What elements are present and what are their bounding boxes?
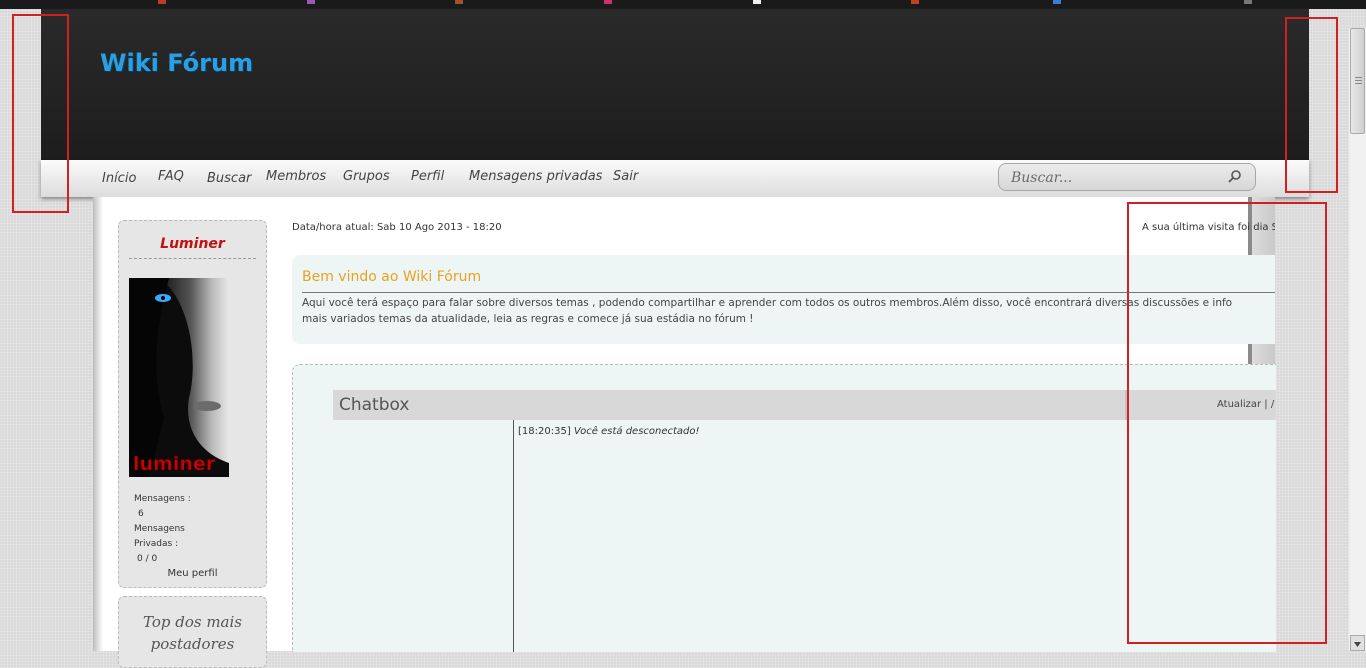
chat-text: Você está desconectado! [573, 426, 700, 437]
nav-membros[interactable]: Membros [266, 169, 326, 184]
posts-label: Mensagens : [134, 494, 191, 504]
highlight-box-right [1127, 202, 1327, 644]
welcome-title: Bem vindo ao Wiki Fórum [302, 269, 482, 285]
top-posters-title: Top dos mais postadores [142, 613, 242, 653]
profile-box: Luminer luminer Mensagens : 6 Mensagens … [118, 220, 267, 588]
site-header: Wiki Fórum [41, 9, 1309, 160]
username[interactable]: Luminer [119, 236, 266, 252]
nav-perfil[interactable]: Perfil [411, 169, 444, 184]
scrollbar-thumb[interactable] [1350, 28, 1365, 134]
avatar-logo-text: luminer [133, 453, 216, 475]
main-nav: Início FAQ Buscar Membros Grupos Perfil … [41, 160, 1309, 197]
posts-value: 6 [138, 509, 144, 519]
chat-time: [18:20:35] [518, 426, 571, 437]
divider [129, 258, 256, 259]
search-input[interactable] [1009, 167, 1213, 189]
avatar[interactable]: luminer [129, 278, 229, 477]
current-datetime: Data/hora atual: Sab 10 Ago 2013 - 18:20 [292, 222, 502, 233]
nav-inicio[interactable]: Início [102, 171, 136, 186]
search-icon[interactable] [1227, 169, 1243, 185]
scroll-down-arrow-icon[interactable] [1350, 635, 1365, 651]
bookmark-icon[interactable] [158, 0, 166, 4]
bookmark-icon[interactable] [1244, 0, 1252, 4]
nav-sair[interactable]: Sair [613, 169, 638, 184]
bookmark-icon[interactable] [604, 0, 612, 4]
site-logo[interactable]: Wiki Fórum [100, 49, 253, 77]
browser-bookmarks-bar [0, 0, 1366, 9]
pm-label-2: Privadas : [134, 539, 179, 549]
bookmark-icon[interactable] [911, 0, 919, 4]
bookmark-icon[interactable] [1053, 0, 1061, 4]
chatbox-title: Chatbox [339, 395, 410, 415]
nav-buscar[interactable]: Buscar [207, 171, 251, 186]
welcome-line-1: Aqui você terá espaço para falar sobre d… [302, 297, 1233, 309]
welcome-line-2: mais variados temas da atualidade, leia … [302, 313, 754, 325]
search-box [998, 163, 1256, 191]
content-shadow [93, 197, 103, 651]
highlight-box-top-right [1285, 17, 1338, 193]
top-posters-box: Top dos mais postadores [118, 596, 267, 668]
pm-label-1: Mensagens [134, 524, 185, 534]
nav-faq[interactable]: FAQ [158, 169, 184, 184]
bookmark-icon[interactable] [753, 0, 761, 4]
chat-message: [18:20:35] Você está desconectado! [518, 426, 700, 437]
highlight-box-left [12, 14, 69, 213]
bookmark-icon[interactable] [307, 0, 315, 4]
bookmark-icon[interactable] [455, 0, 463, 4]
my-profile-link[interactable]: Meu perfil [119, 568, 266, 579]
chatbox-divider [513, 420, 514, 652]
nav-mensagens-privadas[interactable]: Mensagens privadas [469, 169, 602, 184]
pm-value: 0 / 0 [137, 554, 158, 564]
nav-grupos[interactable]: Grupos [343, 169, 390, 184]
page-scrollbar[interactable] [1349, 28, 1366, 651]
